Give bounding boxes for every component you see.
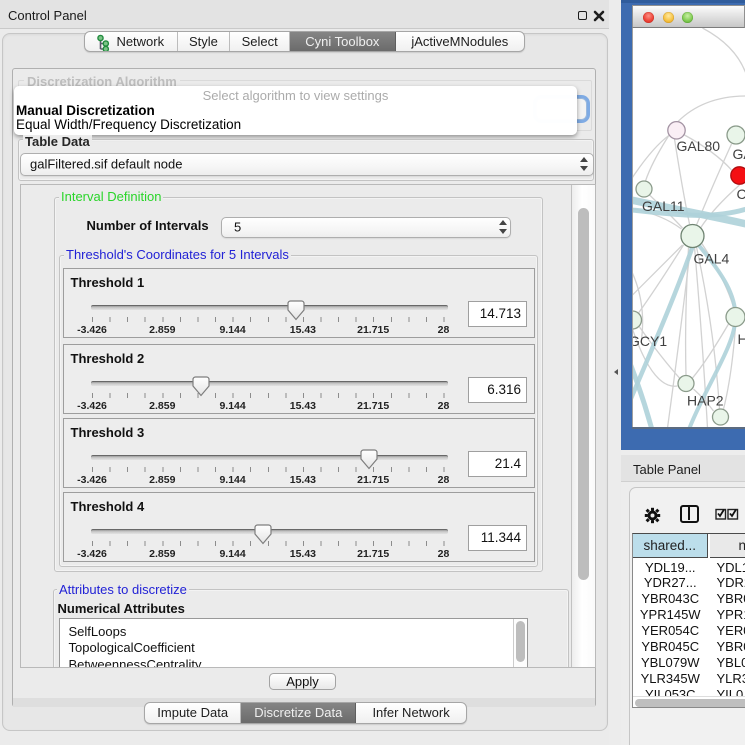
svg-text:CD: CD [736, 186, 745, 202]
svg-text:HAP2: HAP2 [687, 393, 724, 409]
svg-text:GAL80: GAL80 [676, 138, 720, 154]
svg-text:H: H [737, 331, 745, 347]
svg-text:GAL4: GAL4 [693, 251, 729, 267]
svg-text:GCY1: GCY1 [633, 333, 667, 349]
svg-text:GA: GA [732, 146, 745, 162]
svg-text:GAL11: GAL11 [642, 198, 685, 214]
